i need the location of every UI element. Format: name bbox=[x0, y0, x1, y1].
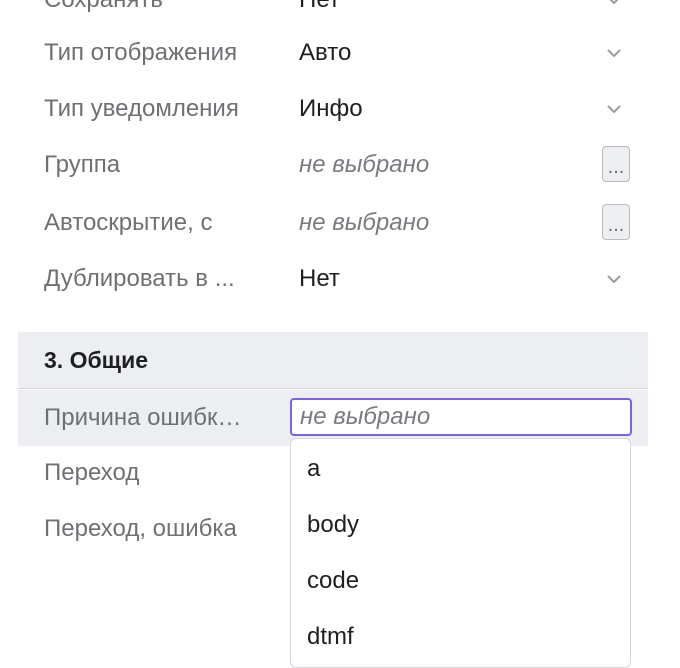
section-header-general[interactable]: 3. Общие bbox=[18, 332, 648, 389]
field-label-notification-type: Тип уведомления bbox=[44, 95, 239, 122]
field-label-duplicate: Дублировать в ... bbox=[44, 265, 235, 292]
field-row-notification-type[interactable]: Тип уведомления Инфо bbox=[18, 81, 648, 137]
chevron-down-icon[interactable] bbox=[604, 99, 624, 119]
field-value-autohide[interactable]: не выбрано bbox=[299, 195, 429, 251]
field-row-duplicate[interactable]: Дублировать в ... Нет bbox=[18, 251, 648, 307]
group-more-button[interactable]: ... bbox=[602, 146, 630, 182]
field-label-error-reason: Причина ошибк… bbox=[44, 404, 242, 431]
error-reason-input[interactable] bbox=[300, 400, 620, 434]
field-label-save: Сохранять bbox=[44, 0, 163, 28]
section-title: 3. Общие bbox=[44, 347, 149, 373]
chevron-down-icon[interactable] bbox=[604, 43, 624, 63]
dropdown-option[interactable]: a bbox=[307, 441, 320, 497]
field-label-autohide: Автоскрытие, с bbox=[44, 209, 213, 236]
field-row-autohide[interactable]: Автоскрытие, с не выбрано ... bbox=[18, 195, 648, 251]
field-label-display-type: Тип отображения bbox=[44, 39, 238, 66]
field-value-display-type[interactable]: Авто bbox=[299, 25, 351, 81]
field-value-duplicate[interactable]: Нет bbox=[299, 251, 340, 307]
dropdown-option[interactable]: body bbox=[307, 497, 359, 553]
field-label-group: Группа bbox=[44, 151, 121, 178]
autohide-more-button[interactable]: ... bbox=[602, 204, 630, 240]
field-row-display-type[interactable]: Тип отображения Авто bbox=[18, 25, 648, 81]
field-row-group[interactable]: Группа не выбрано ... bbox=[18, 137, 648, 193]
field-value-save[interactable]: Нет bbox=[299, 0, 340, 28]
chevron-down-icon[interactable] bbox=[604, 0, 624, 10]
field-label-transition: Переход bbox=[44, 459, 140, 486]
dropdown-option[interactable]: dtmf bbox=[307, 609, 354, 665]
field-label-transition-error: Переход, ошибка bbox=[44, 515, 237, 542]
chevron-down-icon[interactable] bbox=[604, 269, 624, 289]
error-reason-combobox[interactable] bbox=[290, 398, 632, 436]
dropdown-option[interactable]: code bbox=[307, 553, 359, 609]
error-reason-dropdown[interactable]: a body code dtmf bbox=[290, 438, 631, 668]
field-row-save[interactable]: Сохранять Нет bbox=[18, 0, 648, 28]
field-value-notification-type[interactable]: Инфо bbox=[299, 81, 363, 137]
properties-panel: Сохранять Нет Тип отображения Авто Тип у… bbox=[18, 0, 648, 668]
field-value-group[interactable]: не выбрано bbox=[299, 137, 429, 193]
